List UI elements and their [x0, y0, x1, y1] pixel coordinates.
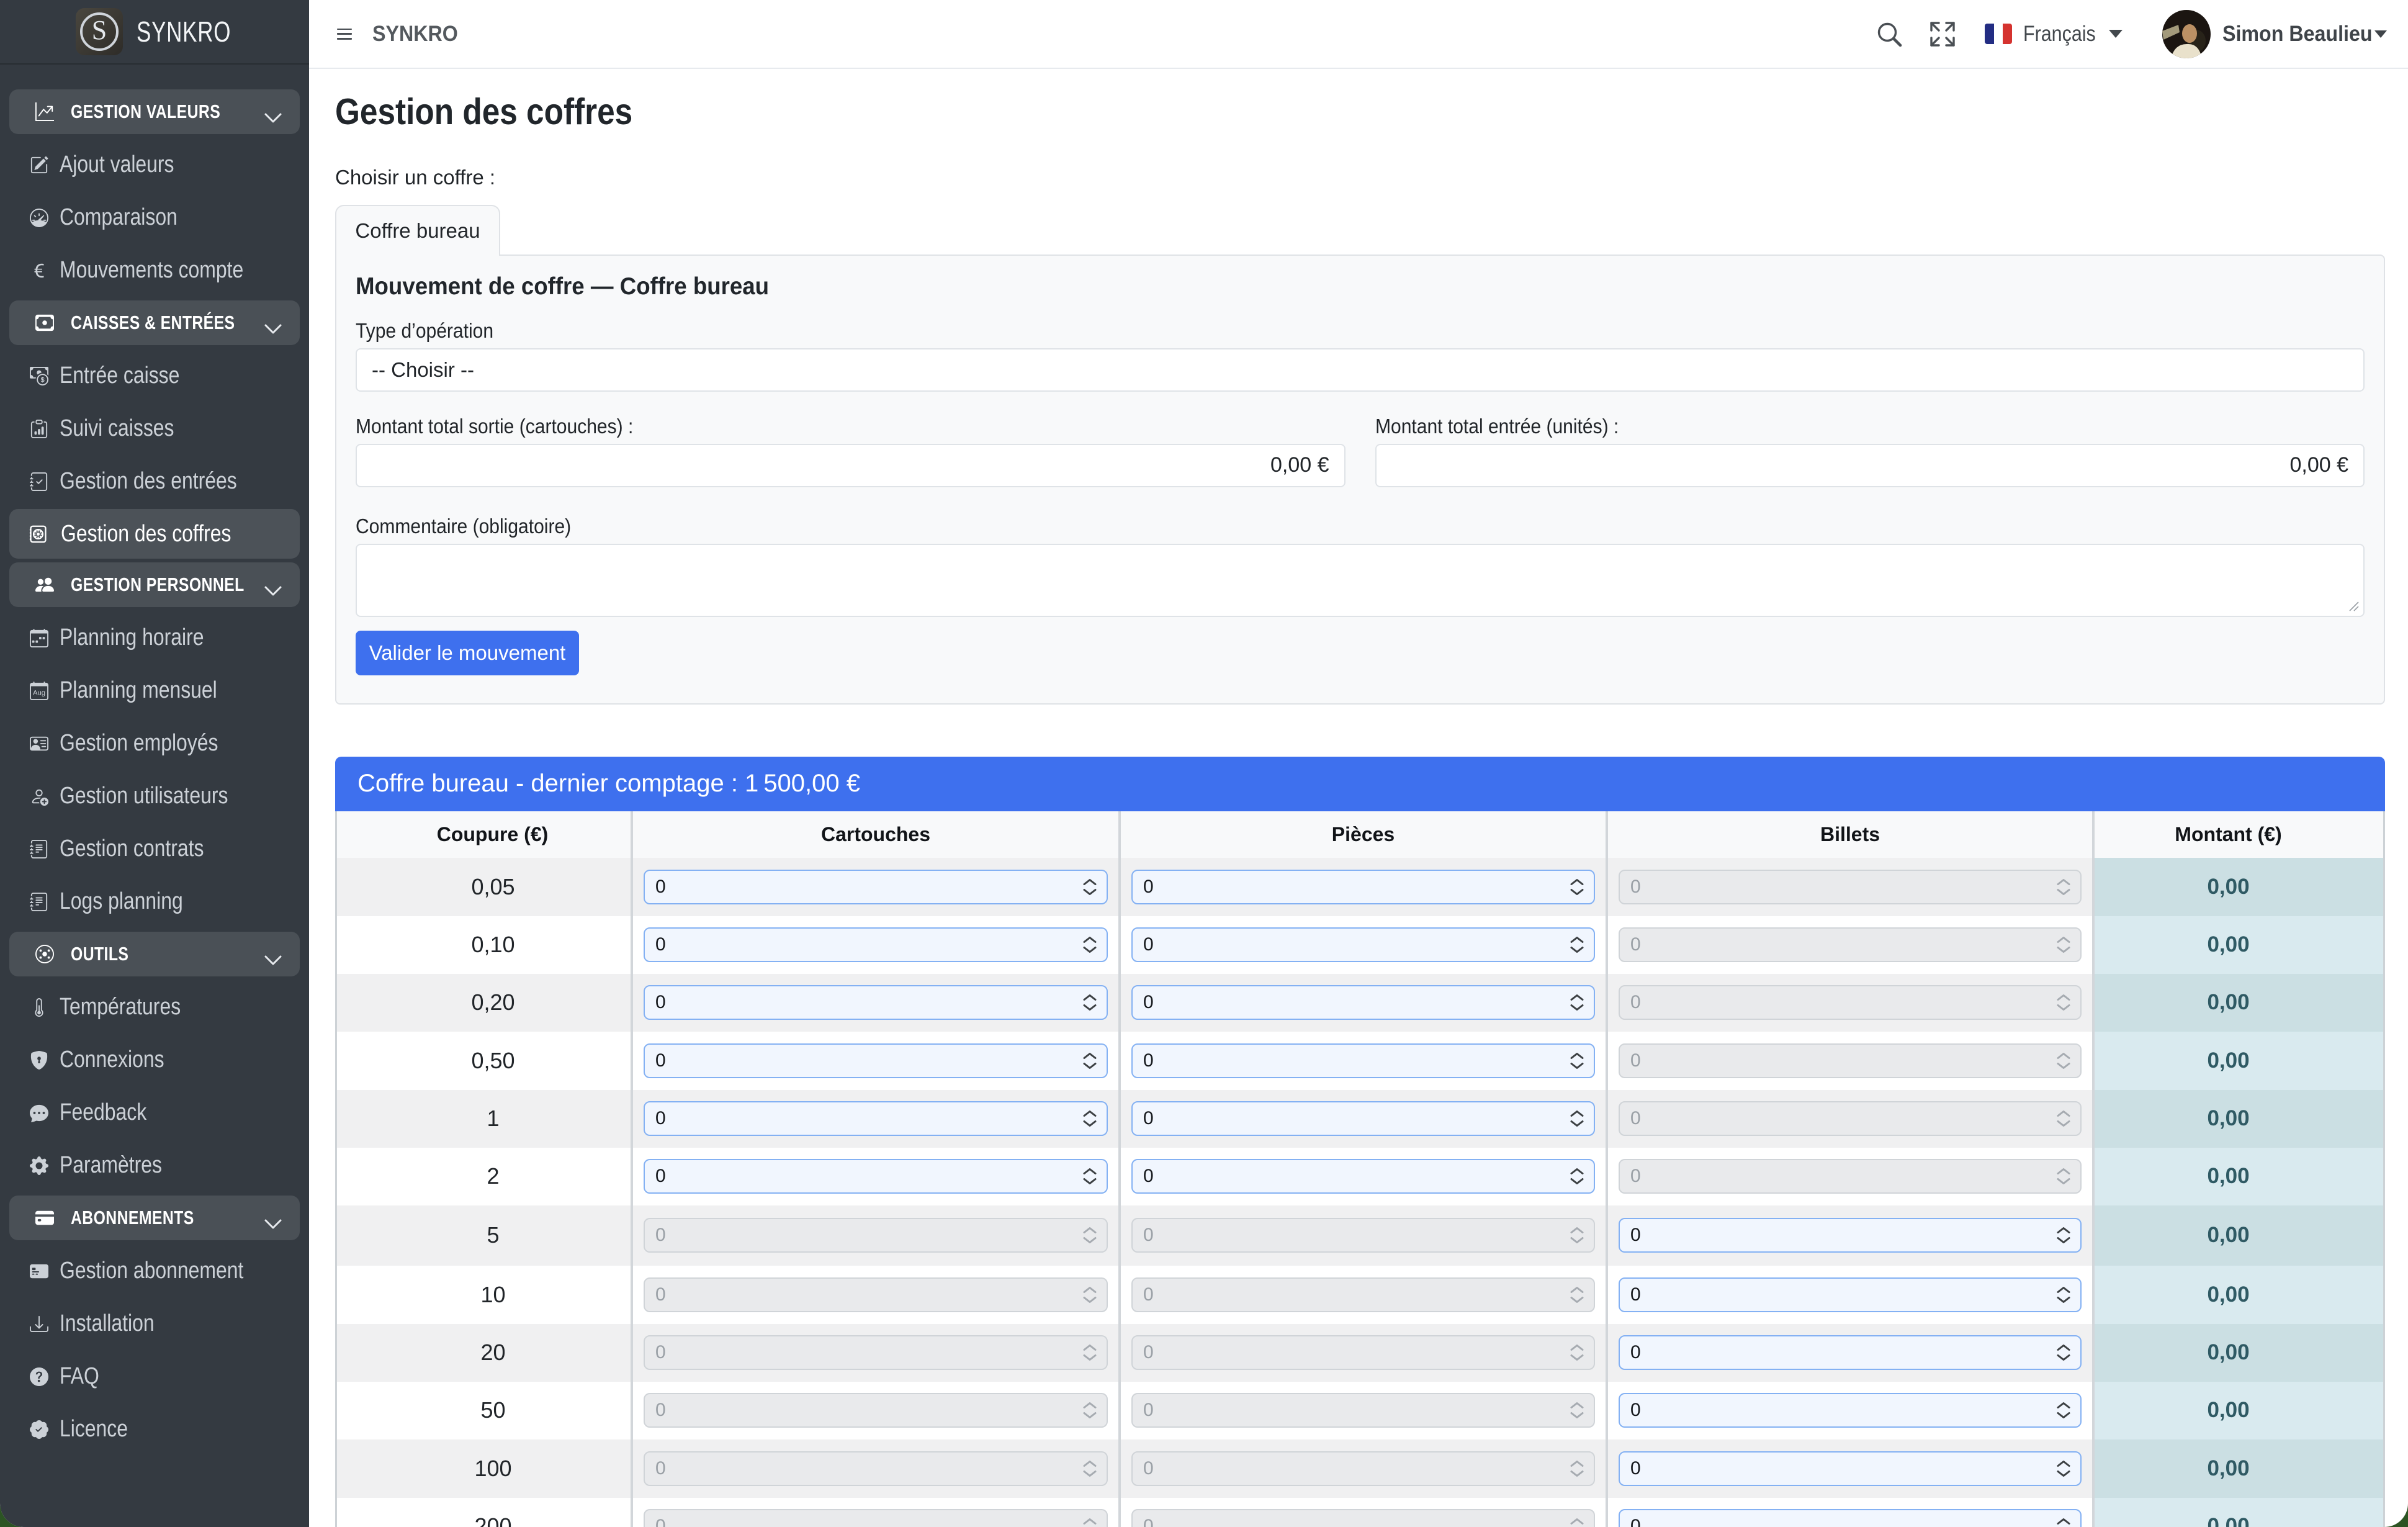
svg-text:Aug: Aug	[33, 689, 45, 696]
